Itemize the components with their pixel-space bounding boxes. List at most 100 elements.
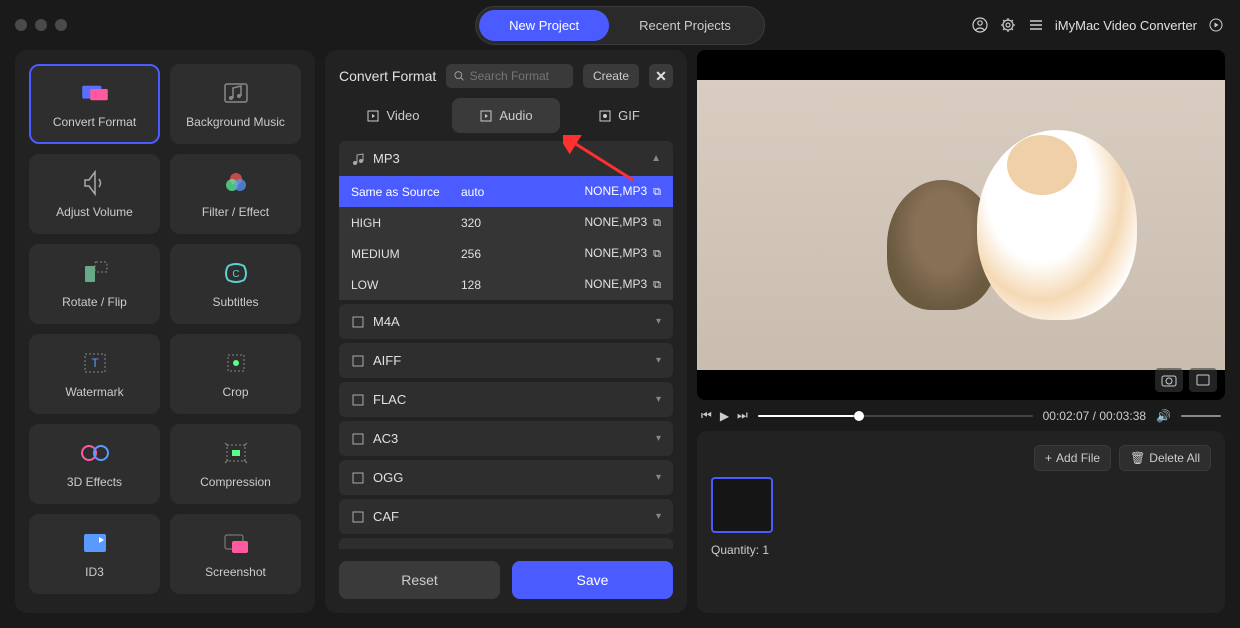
tool-label: Watermark bbox=[65, 385, 123, 399]
overlay-controls bbox=[1155, 368, 1217, 392]
window-controls bbox=[15, 19, 67, 31]
external-icon[interactable]: ⧉ bbox=[653, 279, 661, 291]
account-icon[interactable] bbox=[971, 16, 989, 34]
reset-button[interactable]: Reset bbox=[339, 561, 500, 599]
tool-rotate-flip[interactable]: Rotate / Flip bbox=[29, 244, 160, 324]
music-icon bbox=[220, 79, 252, 107]
format-group-m4a: M4A ▾ bbox=[339, 304, 673, 339]
progress-bar[interactable] bbox=[758, 415, 1033, 417]
format-icon bbox=[351, 510, 365, 524]
trash-icon: 🗑 bbox=[1130, 451, 1145, 465]
tool-subtitles[interactable]: C Subtitles bbox=[170, 244, 301, 324]
tool-label: Rotate / Flip bbox=[62, 295, 127, 309]
preset-low[interactable]: LOW 128 NONE,MP3⧉ bbox=[339, 269, 673, 300]
preset-same-as-source[interactable]: Same as Source auto NONE,MP3⧉ bbox=[339, 176, 673, 207]
format-group-ogg: OGG ▾ bbox=[339, 460, 673, 495]
tab-new-project[interactable]: New Project bbox=[479, 10, 609, 41]
external-icon[interactable]: ⧉ bbox=[653, 248, 661, 260]
compress-icon bbox=[220, 439, 252, 467]
tool-grid: Convert Format Background Music Adjust V… bbox=[29, 64, 301, 594]
external-icon[interactable]: ⧉ bbox=[653, 217, 661, 229]
tab-audio[interactable]: Audio bbox=[452, 98, 560, 133]
snapshot-icon[interactable] bbox=[1155, 368, 1183, 392]
format-group-flac: FLAC ▾ bbox=[339, 382, 673, 417]
video-icon bbox=[366, 109, 380, 123]
progress-handle[interactable] bbox=[854, 411, 864, 421]
tab-recent-projects[interactable]: Recent Projects bbox=[609, 10, 761, 41]
volume-icon[interactable]: 🔊 bbox=[1156, 409, 1171, 423]
settings-icon[interactable] bbox=[999, 16, 1017, 34]
tab-video[interactable]: Video bbox=[339, 98, 447, 133]
format-group-header[interactable]: AIFF ▾ bbox=[339, 343, 673, 378]
3d-icon bbox=[79, 439, 111, 467]
tool-label: Filter / Effect bbox=[202, 205, 269, 219]
playback-buttons: ⏮ ▶ ⏭ bbox=[701, 408, 748, 423]
format-group-header[interactable]: MP3 ▲ bbox=[339, 141, 673, 176]
tool-screenshot[interactable]: Screenshot bbox=[170, 514, 301, 594]
tool-label: Background Music bbox=[186, 115, 285, 129]
format-icon bbox=[351, 354, 365, 368]
quantity-label: Quantity: 1 bbox=[711, 543, 1211, 557]
prev-icon[interactable]: ⏮ bbox=[701, 408, 712, 423]
svg-text:C: C bbox=[232, 269, 239, 280]
format-presets: Same as Source auto NONE,MP3⧉ HIGH 320 N… bbox=[339, 176, 673, 300]
preset-high[interactable]: HIGH 320 NONE,MP3⧉ bbox=[339, 207, 673, 238]
search-box[interactable] bbox=[446, 64, 573, 88]
video-frame bbox=[697, 80, 1225, 370]
external-icon[interactable]: ⧉ bbox=[653, 186, 661, 198]
tool-crop[interactable]: Crop bbox=[170, 334, 301, 414]
format-actions: Reset Save bbox=[339, 561, 673, 599]
minimize-window-icon[interactable] bbox=[35, 19, 47, 31]
format-group-header[interactable]: FLAC ▾ bbox=[339, 382, 673, 417]
tool-id3[interactable]: ID3 bbox=[29, 514, 160, 594]
delete-all-button[interactable]: 🗑Delete All bbox=[1119, 445, 1211, 471]
thumbnails bbox=[711, 477, 1211, 533]
format-group-header[interactable]: AC3 ▾ bbox=[339, 421, 673, 456]
top-tabs: New Project Recent Projects bbox=[475, 6, 765, 45]
format-icon bbox=[351, 315, 365, 329]
tool-adjust-volume[interactable]: Adjust Volume bbox=[29, 154, 160, 234]
tool-label: 3D Effects bbox=[67, 475, 122, 489]
progress-fill bbox=[758, 415, 854, 417]
watermark-icon: T bbox=[79, 349, 111, 377]
save-button[interactable]: Save bbox=[512, 561, 673, 599]
subtitles-icon: C bbox=[220, 259, 252, 287]
format-group-ac3: AC3 ▾ bbox=[339, 421, 673, 456]
close-window-icon[interactable] bbox=[15, 19, 27, 31]
tab-gif[interactable]: GIF bbox=[565, 98, 673, 133]
close-panel-icon[interactable]: ✕ bbox=[649, 64, 673, 88]
chevron-down-icon: ▾ bbox=[656, 433, 661, 444]
tool-3d-effects[interactable]: 3D Effects bbox=[29, 424, 160, 504]
tool-convert-format[interactable]: Convert Format bbox=[29, 64, 160, 144]
tool-filter-effect[interactable]: Filter / Effect bbox=[170, 154, 301, 234]
maximize-window-icon[interactable] bbox=[55, 19, 67, 31]
video-preview[interactable] bbox=[697, 50, 1225, 400]
format-group-mp3: MP3 ▲ Same as Source auto NONE,MP3⧉ HIGH… bbox=[339, 141, 673, 300]
volume-slider[interactable] bbox=[1181, 415, 1221, 417]
tool-background-music[interactable]: Background Music bbox=[170, 64, 301, 144]
preset-medium[interactable]: MEDIUM 256 NONE,MP3⧉ bbox=[339, 238, 673, 269]
format-group-header[interactable]: OGG ▾ bbox=[339, 460, 673, 495]
file-thumbnail[interactable] bbox=[711, 477, 773, 533]
fullscreen-icon[interactable] bbox=[1189, 368, 1217, 392]
format-panel: Convert Format Create ✕ Video Audio GIF bbox=[325, 50, 687, 613]
tool-watermark[interactable]: T Watermark bbox=[29, 334, 160, 414]
chevron-down-icon: ▾ bbox=[656, 511, 661, 522]
menu-icon[interactable] bbox=[1027, 16, 1045, 34]
play-icon[interactable]: ▶ bbox=[720, 409, 729, 423]
tool-label: ID3 bbox=[85, 565, 104, 579]
format-group-header[interactable]: AU ▾ bbox=[339, 538, 673, 549]
tool-compression[interactable]: Compression bbox=[170, 424, 301, 504]
play-badge-icon[interactable] bbox=[1207, 16, 1225, 34]
file-actions: +Add File 🗑Delete All bbox=[1034, 445, 1211, 471]
create-button[interactable]: Create bbox=[583, 64, 639, 88]
format-group-header[interactable]: CAF ▾ bbox=[339, 499, 673, 534]
search-input[interactable] bbox=[470, 69, 565, 83]
format-icon bbox=[351, 393, 365, 407]
next-icon[interactable]: ⏭ bbox=[737, 408, 748, 423]
add-file-button[interactable]: +Add File bbox=[1034, 445, 1111, 471]
titlebar-right: iMyMac Video Converter bbox=[971, 16, 1225, 34]
convert-icon bbox=[79, 79, 111, 107]
format-group-header[interactable]: M4A ▾ bbox=[339, 304, 673, 339]
tool-label: Compression bbox=[200, 475, 271, 489]
